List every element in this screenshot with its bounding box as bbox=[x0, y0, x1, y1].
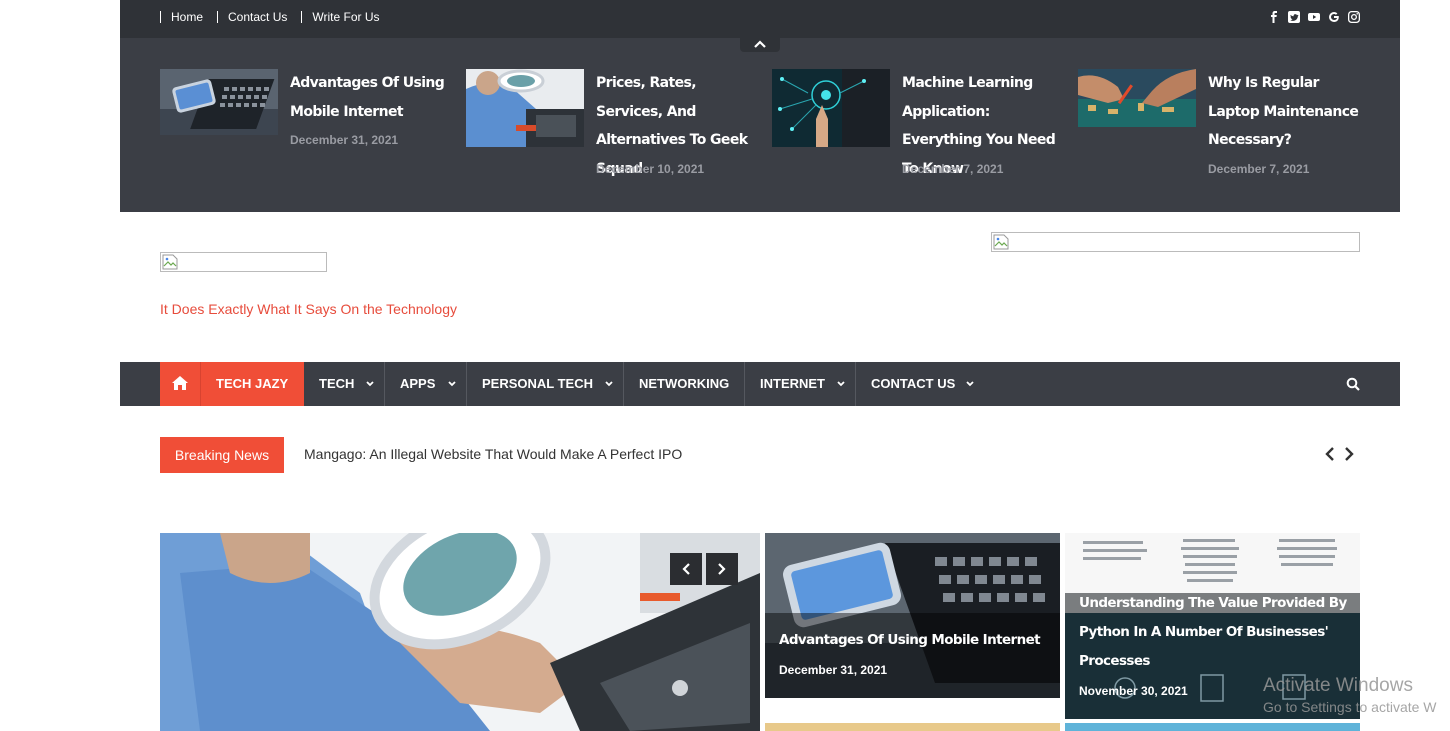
card-date: December 31, 2021 bbox=[779, 663, 888, 677]
nav-item-networking[interactable]: NETWORKING bbox=[624, 362, 745, 406]
featured-slider[interactable] bbox=[160, 533, 760, 731]
facebook-icon[interactable] bbox=[1268, 10, 1280, 23]
home-icon bbox=[172, 376, 188, 390]
featured-card[interactable]: Advantages Of Using Mobile Internet Dece… bbox=[765, 533, 1060, 698]
chevron-left-icon bbox=[682, 563, 690, 575]
chevron-right-icon[interactable] bbox=[1342, 446, 1356, 462]
slider-prev-button[interactable] bbox=[670, 553, 702, 585]
chevron-down-icon bbox=[837, 381, 845, 387]
top-post-title[interactable]: Advantages Of Using Mobile Internet bbox=[290, 69, 450, 126]
chevron-down-icon bbox=[366, 381, 374, 387]
top-post-date: December 10, 2021 bbox=[596, 162, 705, 176]
youtube-icon[interactable] bbox=[1308, 10, 1320, 22]
top-post[interactable]: Why Is Regular Laptop Maintenance Necess… bbox=[1078, 69, 1359, 189]
broken-image-icon bbox=[162, 254, 178, 270]
top-post-date: December 7, 2021 bbox=[1208, 162, 1310, 176]
breaking-news-label: Breaking News bbox=[160, 437, 284, 473]
top-link-write-for-us[interactable]: Write For Us bbox=[301, 11, 391, 23]
site-logo[interactable] bbox=[160, 252, 327, 272]
top-post-date: December 31, 2021 bbox=[290, 133, 399, 147]
site-tagline: It Does Exactly What It Says On the Tech… bbox=[160, 301, 457, 317]
windows-activation-title: Activate Windows bbox=[1263, 675, 1413, 696]
windows-activation-subtitle: Go to Settings to activate W bbox=[1263, 699, 1437, 715]
top-links-list: Home Contact Us Write For Us bbox=[160, 11, 394, 23]
post-thumbnail-machine-learning[interactable] bbox=[772, 69, 890, 147]
nav-item-apps[interactable]: APPS bbox=[385, 362, 467, 406]
breaking-news-headline[interactable]: Mangago: An Illegal Website That Would M… bbox=[304, 446, 682, 462]
post-thumbnail-laptop-repair[interactable] bbox=[1078, 69, 1196, 127]
nav-item-contact-us[interactable]: CONTACT US bbox=[856, 362, 984, 406]
nav-item-tech-jazy[interactable]: TECH JAZY bbox=[201, 362, 304, 406]
chevron-down-icon bbox=[605, 381, 613, 387]
header-ad-banner[interactable] bbox=[991, 232, 1360, 252]
search-icon[interactable] bbox=[1346, 377, 1360, 391]
top-link-contact-us[interactable]: Contact Us bbox=[217, 11, 299, 23]
chevron-left-icon[interactable] bbox=[1323, 446, 1337, 462]
slider-next-button[interactable] bbox=[706, 553, 738, 585]
next-card-preview[interactable] bbox=[1065, 723, 1360, 731]
nav-item-internet[interactable]: INTERNET bbox=[745, 362, 856, 406]
chevron-up-icon bbox=[754, 40, 766, 48]
top-post-date: December 7, 2021 bbox=[902, 162, 1004, 176]
chevron-down-icon bbox=[966, 381, 974, 387]
card-date: November 30, 2021 bbox=[1079, 684, 1188, 698]
top-post[interactable]: Machine Learning Application: Everything… bbox=[772, 69, 1056, 189]
post-thumbnail-technician[interactable] bbox=[466, 69, 584, 147]
broken-image-icon bbox=[993, 234, 1009, 250]
top-post[interactable]: Advantages Of Using Mobile Internet Dece… bbox=[160, 69, 445, 189]
post-thumbnail-phone-laptop[interactable] bbox=[160, 69, 278, 135]
collapse-top-bar-button[interactable] bbox=[740, 38, 780, 52]
top-link-home[interactable]: Home bbox=[160, 11, 215, 23]
nav-home-button[interactable] bbox=[160, 362, 201, 406]
card-title[interactable]: Understanding The Value Provided By Pyth… bbox=[1079, 589, 1349, 676]
google-icon[interactable] bbox=[1328, 10, 1340, 22]
social-icons bbox=[1268, 10, 1360, 23]
top-links-bar: Home Contact Us Write For Us bbox=[120, 0, 1400, 38]
twitter-icon[interactable] bbox=[1288, 10, 1300, 23]
nav-item-personal-tech[interactable]: PERSONAL TECH bbox=[467, 362, 624, 406]
top-post[interactable]: Prices, Rates, Services, And Alternative… bbox=[466, 69, 748, 189]
instagram-icon[interactable] bbox=[1348, 10, 1360, 23]
card-title[interactable]: Advantages Of Using Mobile Internet bbox=[779, 626, 1049, 655]
next-card-preview[interactable] bbox=[765, 723, 1060, 731]
main-navigation: TECH JAZY TECH APPS PERSONAL TECH NETWOR… bbox=[120, 362, 1400, 406]
top-post-title[interactable]: Why Is Regular Laptop Maintenance Necess… bbox=[1208, 69, 1368, 155]
chevron-right-icon bbox=[718, 563, 726, 575]
chevron-down-icon bbox=[448, 381, 456, 387]
nav-item-tech[interactable]: TECH bbox=[304, 362, 385, 406]
